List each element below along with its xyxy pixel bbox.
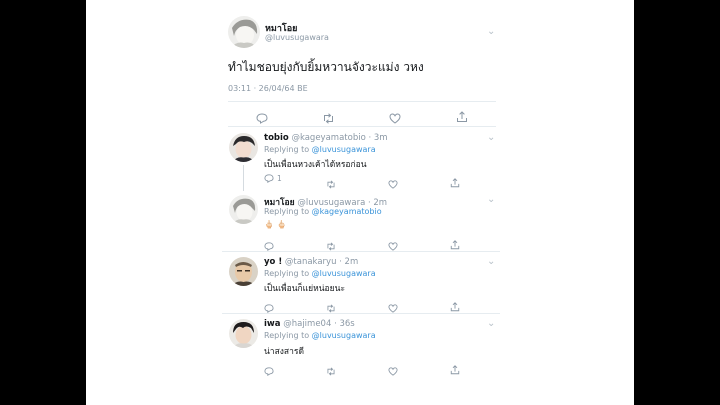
- handle[interactable]: @tanakaryu: [285, 257, 337, 267]
- chevron-down-icon[interactable]: ⌄: [487, 27, 495, 37]
- display-name[interactable]: iwa: [264, 319, 281, 329]
- display-name[interactable]: yo !: [264, 257, 282, 267]
- retweet-icon[interactable]: [326, 236, 336, 255]
- reply-time[interactable]: · 36s: [334, 319, 355, 329]
- reply-time[interactable]: · 2m: [339, 257, 358, 267]
- replying-label: Replying to: [264, 269, 310, 278]
- divider: [222, 313, 500, 314]
- share-icon[interactable]: [456, 108, 468, 127]
- share-icon[interactable]: [450, 360, 460, 379]
- handle[interactable]: @kageyamatobio: [291, 133, 365, 143]
- divider: [228, 101, 496, 102]
- replying-to-link[interactable]: @luvusugawara: [312, 145, 376, 154]
- like-icon[interactable]: [388, 298, 398, 317]
- like-icon[interactable]: [388, 174, 398, 193]
- avatar[interactable]: [229, 133, 258, 162]
- tweet-text: ทำไมชอบยุ่งกับยิ้มหวานจังวะแม่ง วหง: [228, 60, 424, 74]
- share-icon[interactable]: [450, 173, 460, 192]
- avatar[interactable]: [229, 319, 258, 348]
- chevron-down-icon[interactable]: ⌄: [487, 195, 495, 205]
- avatar[interactable]: [229, 195, 258, 224]
- reply-text: เป็นเพื่อนก็แย่หน่อยนะ: [264, 284, 346, 294]
- display-name[interactable]: tobio: [264, 133, 289, 143]
- handle[interactable]: @hajime04: [283, 319, 331, 329]
- reply-icon[interactable]: 1: [264, 174, 282, 183]
- replying-label: Replying to: [264, 331, 310, 340]
- timestamp[interactable]: 03:11 · 26/04/64 BE: [228, 84, 308, 93]
- reply-icon[interactable]: [264, 361, 274, 380]
- like-icon[interactable]: [388, 236, 398, 255]
- retweet-icon[interactable]: [326, 298, 336, 317]
- reply-text: 🖕🏻 🖕🏻: [264, 220, 287, 229]
- avatar[interactable]: [229, 257, 258, 286]
- reply-count: 1: [277, 174, 282, 183]
- avatar[interactable]: [228, 16, 260, 48]
- replying-to-link[interactable]: @kageyamatobio: [312, 207, 382, 216]
- reply-time[interactable]: · 3m: [368, 133, 387, 143]
- chevron-down-icon[interactable]: ⌄: [487, 257, 495, 267]
- replying-to-link[interactable]: @luvusugawara: [312, 269, 376, 278]
- reply-icon[interactable]: [264, 298, 274, 317]
- reply-icon[interactable]: [264, 236, 274, 255]
- divider: [222, 251, 500, 252]
- thread-line: [243, 165, 244, 191]
- reply-text: น่าสงสารดี: [264, 347, 304, 357]
- retweet-icon[interactable]: [326, 361, 336, 380]
- divider: [228, 126, 496, 127]
- reply-text: เป็นเพื่อนหวงเค้าได้หรอก่อน: [264, 160, 367, 170]
- retweet-icon[interactable]: [326, 174, 336, 193]
- replying-to-link[interactable]: @luvusugawara: [312, 331, 376, 340]
- replying-label: Replying to: [264, 207, 310, 216]
- handle[interactable]: @luvusugawara: [265, 33, 329, 42]
- chevron-down-icon[interactable]: ⌄: [487, 319, 495, 329]
- like-icon[interactable]: [388, 361, 398, 380]
- chevron-down-icon[interactable]: ⌄: [487, 133, 495, 143]
- replying-label: Replying to: [264, 145, 310, 154]
